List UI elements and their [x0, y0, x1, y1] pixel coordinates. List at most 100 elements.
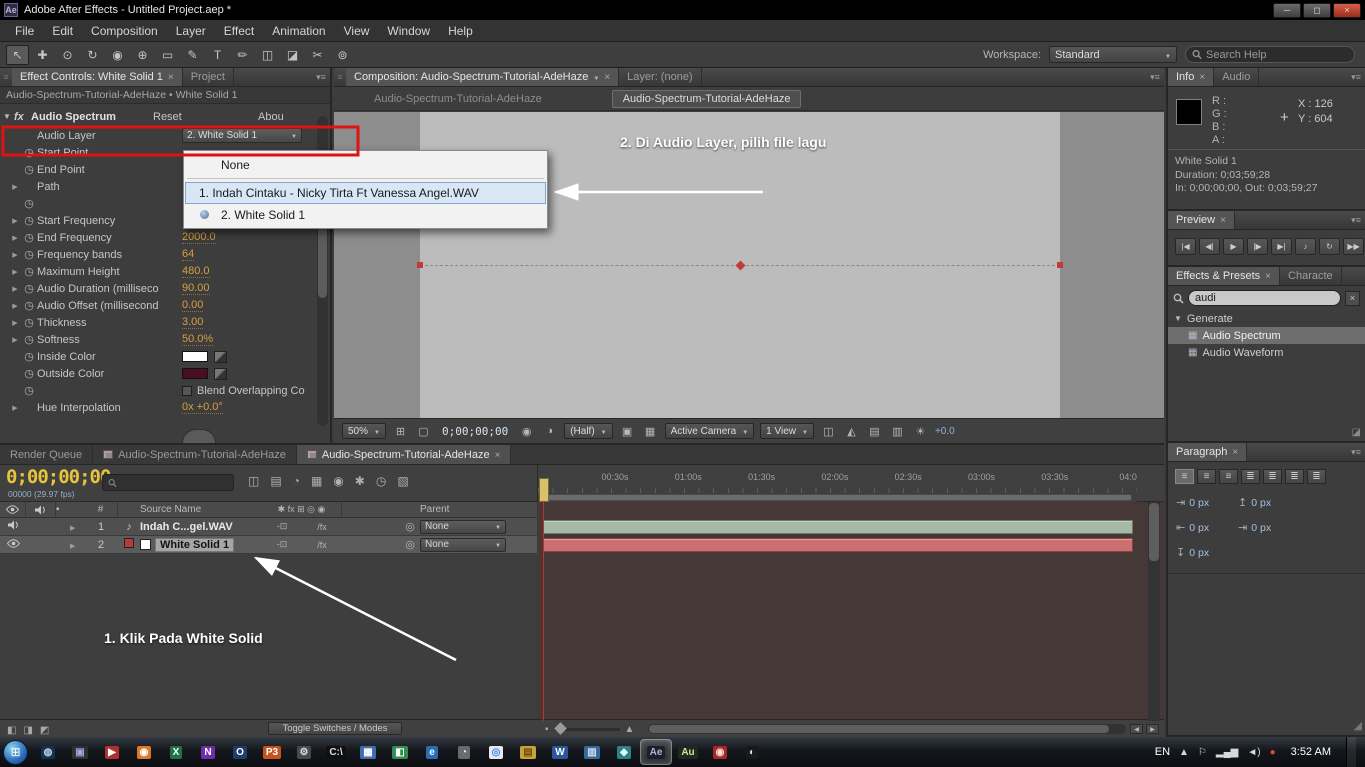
puppet-pin-tool[interactable]: ⊚	[331, 45, 354, 65]
minimize-button[interactable]: ─	[1273, 2, 1301, 18]
effects-search-input[interactable]	[1195, 292, 1334, 304]
color-swatch[interactable]	[182, 368, 208, 379]
language-indicator[interactable]: EN	[1155, 746, 1170, 758]
property-value[interactable]: 2000.0	[182, 231, 216, 244]
expand-arrow-icon[interactable]: ▼	[1174, 314, 1182, 323]
maximize-button[interactable]: ◻	[1303, 2, 1331, 18]
property-value[interactable]: 0x +0.0°	[182, 401, 223, 414]
playhead-marker[interactable]	[539, 478, 549, 502]
zoom-out-icon[interactable]: ▪	[545, 724, 549, 735]
effect-item-audio-waveform[interactable]: ▦ Audio Waveform	[1168, 344, 1365, 361]
flag-icon[interactable]: ⚐	[1198, 747, 1207, 758]
comp-mini-flowchart-icon[interactable]: ◫	[248, 474, 259, 488]
close-tab-icon[interactable]	[168, 71, 174, 83]
eyedropper-icon[interactable]	[214, 367, 227, 380]
close-tab-icon[interactable]	[1199, 71, 1205, 83]
safe-margins-icon[interactable]: ⊞	[392, 423, 409, 439]
expand-arrow-icon[interactable]	[9, 217, 21, 225]
stopwatch-icon[interactable]	[21, 299, 37, 312]
zoom-in-icon[interactable]: ▲	[625, 724, 635, 735]
menu-help[interactable]: Help	[439, 21, 482, 41]
space-after-field[interactable]: ↧ 0 px	[1176, 546, 1238, 560]
mask-shape-tool[interactable]: ▭	[156, 45, 179, 65]
layer-row-1[interactable]: 1 ♪ Indah C...gel.WAV -⊡/fx ◎ None	[0, 518, 537, 536]
taskbar-app-remote[interactable]: ▥	[577, 740, 607, 764]
eraser-tool[interactable]: ◪	[281, 45, 304, 65]
expand-arrow-icon[interactable]	[9, 234, 21, 242]
first-line-indent-field[interactable]: ⇥ 0 px	[1238, 521, 1300, 535]
expand-arrow-icon[interactable]	[9, 285, 21, 293]
expand-arrow-icon[interactable]	[9, 268, 21, 276]
layer-row-2[interactable]: 2 White Solid 1 -⊡/fx ◎ None	[0, 536, 537, 554]
current-time-display[interactable]: 0;00;00;00	[438, 425, 512, 438]
pen-tool[interactable]: ✎	[181, 45, 204, 65]
exposure-icon[interactable]: ☀	[912, 423, 929, 439]
menu-effect[interactable]: Effect	[215, 21, 263, 41]
loop-button[interactable]: ↻	[1319, 238, 1340, 255]
audio-layer-select[interactable]: 2. White Solid 1	[182, 128, 302, 143]
camera-tool[interactable]: ◉	[106, 45, 129, 65]
taskbar-app-outlook[interactable]: O	[225, 740, 255, 764]
tab-paragraph[interactable]: Paragraph	[1168, 443, 1248, 461]
hand-tool[interactable]: ✚	[31, 45, 54, 65]
panel-menu-icon[interactable]	[1146, 68, 1164, 86]
help-search-input[interactable]	[1206, 48, 1348, 61]
view-layout-select[interactable]: 1 View	[760, 423, 814, 439]
taskbar-app-teal[interactable]: ◆	[609, 740, 639, 764]
expand-layer-switches-icon[interactable]: ◧	[7, 725, 16, 736]
taskbar-app-ie[interactable]: e	[417, 740, 447, 764]
magnification-select[interactable]: 50%	[342, 423, 386, 439]
menu-edit[interactable]: Edit	[43, 21, 82, 41]
field-value[interactable]: 0 px	[1251, 497, 1271, 509]
property-value[interactable]: 3.00	[182, 316, 204, 329]
property-row-outside-color[interactable]: Outside Color	[0, 365, 330, 382]
justify-last-center-button[interactable]: ≣	[1263, 469, 1282, 484]
stopwatch-icon[interactable]	[21, 350, 37, 363]
field-value[interactable]: 0 px	[1251, 522, 1271, 534]
panel-menu-icon[interactable]	[312, 68, 330, 86]
play-button[interactable]: ▶	[1223, 238, 1244, 255]
scroll-right-arrow[interactable]: ▶	[1146, 724, 1159, 734]
effect-name[interactable]: Audio Spectrum	[31, 111, 153, 123]
checkbox[interactable]	[182, 385, 192, 396]
timeline-tab-1[interactable]: Render Queue	[0, 445, 94, 464]
justify-last-left-button[interactable]: ≣	[1241, 469, 1260, 484]
viewer-tab-1[interactable]: Audio-Spectrum-Tutorial-AdeHaze	[364, 91, 552, 107]
zoom-slider[interactable]	[553, 722, 620, 735]
brush-tool[interactable]: ✏	[231, 45, 254, 65]
taskbar-app-photos[interactable]: ▦	[353, 740, 383, 764]
tab-audio[interactable]: Audio	[1214, 68, 1260, 86]
playhead-line[interactable]	[543, 502, 544, 721]
column-parent[interactable]: Parent	[420, 504, 512, 515]
eyedropper-icon[interactable]	[214, 350, 227, 363]
space-before-field[interactable]: ↥ 0 px	[1238, 496, 1300, 510]
align-center-button[interactable]: ≡	[1197, 469, 1216, 484]
security-icon[interactable]: ●	[1270, 747, 1276, 758]
expand-arrow-icon[interactable]	[70, 521, 84, 533]
scroll-left-arrow[interactable]: ◀	[1130, 724, 1143, 734]
menu-layer[interactable]: Layer	[167, 21, 215, 41]
effects-search-field[interactable]	[1188, 290, 1341, 306]
previous-frame-button[interactable]: ◀|	[1199, 238, 1220, 255]
stopwatch-icon[interactable]	[21, 197, 37, 210]
menu-file[interactable]: File	[6, 21, 43, 41]
fx-switch[interactable]: /fx	[302, 540, 342, 550]
property-value[interactable]: 90.00	[182, 282, 210, 295]
taskbar-app-cmd[interactable]: C:\	[321, 740, 351, 764]
fx-switch[interactable]: /fx	[302, 522, 342, 532]
hide-shy-layers-icon[interactable]: ◔	[293, 474, 300, 488]
pixel-aspect-correction-icon[interactable]: ◫	[820, 423, 837, 439]
show-hidden-icons[interactable]: ▲	[1179, 747, 1189, 758]
align-right-button[interactable]: ≡	[1219, 469, 1238, 484]
timeline-tab-2[interactable]: Audio-Spectrum-Tutorial-AdeHaze	[93, 445, 297, 464]
taskbar-app-red[interactable]: ◉	[705, 740, 735, 764]
taskbar-app-after-effects[interactable]: Ae	[640, 739, 672, 765]
workspace-select[interactable]: Standard	[1049, 46, 1177, 63]
timeline-scrollbar-horizontal[interactable]	[648, 724, 1126, 734]
expand-arrow-icon[interactable]	[9, 251, 21, 259]
collapse-switch[interactable]: -⊡	[262, 539, 302, 550]
pan-behind-tool[interactable]: ⊕	[131, 45, 154, 65]
menu-window[interactable]: Window	[378, 21, 439, 41]
property-row-blend-overlapping[interactable]: Blend Overlapping Co	[0, 382, 330, 399]
taskbar-app-dark[interactable]: ◐	[737, 740, 767, 764]
